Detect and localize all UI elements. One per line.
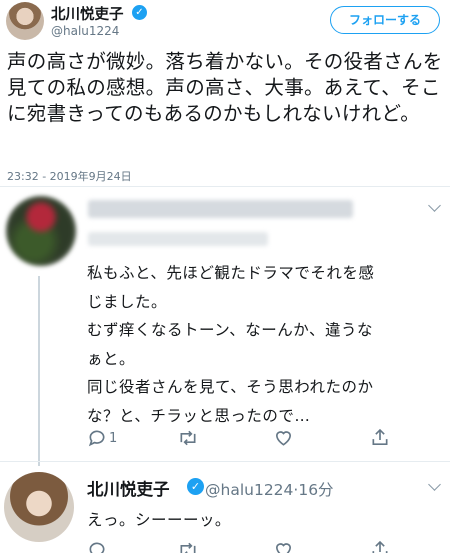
reply-icon [88,430,105,447]
reply-avatar-blurred[interactable] [6,196,76,266]
share-button[interactable] [370,426,390,448]
reply-line: じました。 [87,292,168,311]
share-icon [372,428,388,445]
reply2-handle-text: @halu1224 [205,481,294,499]
tweet-text: 声の高さが微妙。落ち着かない。その役者さんを見ての私の感想。声の高さ、大事。あえ… [7,50,443,125]
author-handle[interactable]: @halu1224 [51,24,119,38]
chevron-down-icon[interactable] [428,199,441,212]
share-button[interactable] [370,538,390,553]
like-icon [275,431,292,446]
retweet-icon [180,430,196,446]
tweet-timestamp[interactable]: 23:32 - 2019年9月24日 [7,168,132,184]
like-button[interactable] [273,539,294,553]
reply-button[interactable] [87,539,107,553]
reply-line: 私もふと、先ほど観たドラマでそれを感 [87,264,375,282]
follow-button[interactable]: フォローする [330,6,440,34]
reply-icon [89,542,105,553]
thread-line [38,276,40,466]
retweet-button[interactable] [177,427,199,449]
blurred-reply-context [88,232,268,246]
retweet-icon [180,542,196,553]
divider [0,461,450,462]
reply2-text: えっ。シーーーッ。 [87,511,231,529]
verified-badge-icon: ✓ [187,478,204,495]
reply-count: 1 [109,430,118,446]
divider [0,186,450,187]
reply-line: 同じ役者さんを見て、そう思われたのか [87,378,374,396]
chevron-down-icon[interactable] [428,478,441,491]
like-icon [275,543,292,553]
blurred-username [88,200,353,218]
like-button[interactable] [273,427,294,449]
reply-text: 私もふと、先ほど観たドラマでそれを感 じました。 むず痒くなるトーン、なーんか、… [87,259,442,430]
author-name[interactable]: 北川悦吏子 [51,3,124,24]
reply-button[interactable]: 1 [87,427,117,449]
reply2-author-handle[interactable]: @halu1224·16分 [205,478,334,500]
reply2-author-name[interactable]: 北川悦吏子 [87,476,170,500]
reply-line: むず痒くなるトーン、なーんか、違うな [87,321,373,339]
share-icon [372,540,388,553]
author-avatar[interactable] [6,2,44,40]
reply-line: ぁと。 [87,349,136,368]
retweet-button[interactable] [177,539,199,553]
verified-badge-icon: ✓ [132,5,147,20]
reply2-avatar[interactable] [4,472,74,542]
reply2-time: ·16分 [293,481,334,499]
